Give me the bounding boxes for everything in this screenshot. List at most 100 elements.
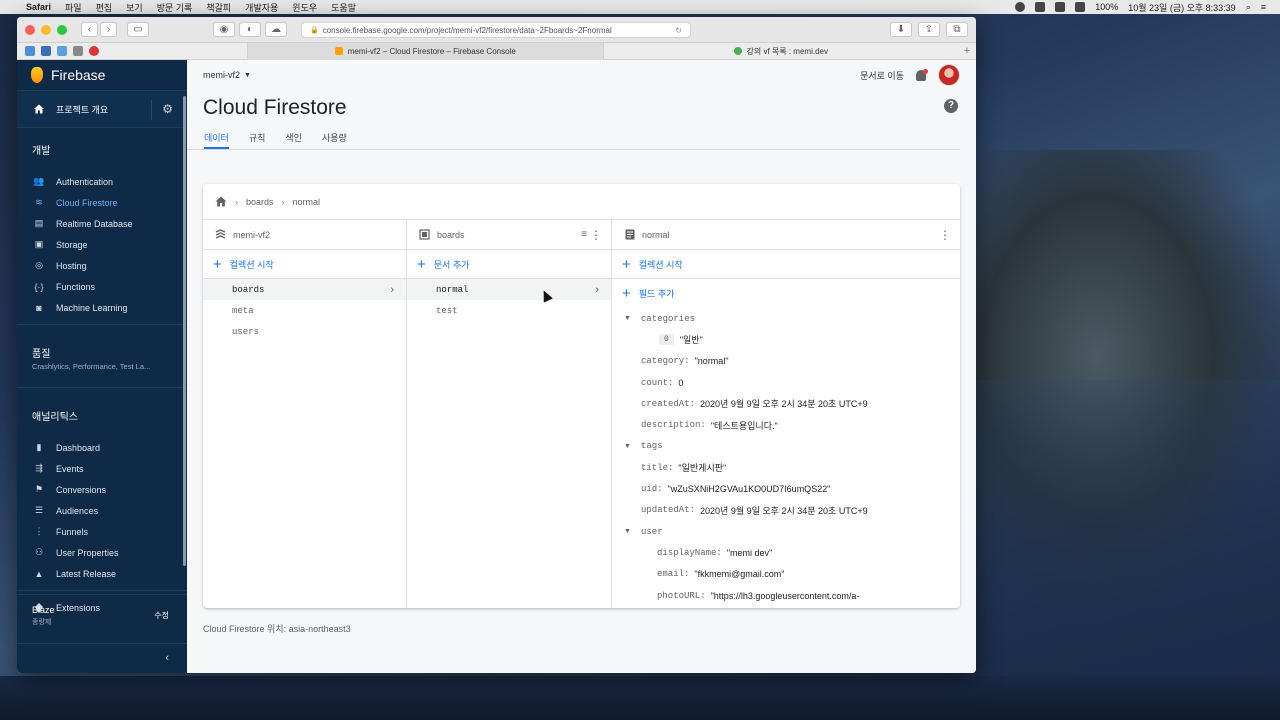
back-button[interactable]: ‹	[81, 22, 98, 37]
sidebar-item-cloud-firestore[interactable]: ≋ Cloud Firestore	[17, 192, 187, 213]
sidebar-item-hosting[interactable]: ◎ Hosting	[17, 255, 187, 276]
docs-link[interactable]: 문서로 이동	[860, 69, 904, 82]
fullscreen-window-button[interactable]	[57, 24, 67, 35]
collapse-chevron-icon[interactable]: ‹	[165, 652, 169, 664]
close-window-button[interactable]	[25, 24, 35, 35]
more-vert-icon[interactable]: ⋮	[939, 228, 951, 242]
tab-1[interactable]: 규칙	[249, 128, 266, 149]
pinned-tab-icon[interactable]	[41, 46, 51, 56]
forward-button[interactable]: ›	[100, 22, 117, 37]
sidebar-toggle-button[interactable]: ▭	[127, 22, 149, 37]
document-field[interactable]: updatedAt: 2020년 9월 9일 오후 2시 34분 20초 UTC+…	[612, 500, 960, 521]
add-field-button[interactable]: + 필드 추가	[612, 279, 960, 308]
share-icon[interactable]: ⇪	[918, 22, 940, 37]
reload-icon[interactable]: ↻	[675, 26, 682, 35]
menubar-menu[interactable]: 파일	[65, 1, 82, 14]
settings-gear-icon[interactable]: ⚙	[162, 102, 173, 116]
expand-triangle-icon[interactable]: ▼	[624, 528, 631, 535]
sidebar-item-realtime-database[interactable]: ▤ Realtime Database	[17, 213, 187, 234]
privacy-shield-icon[interactable]: ◐	[239, 22, 261, 37]
sidebar-item-authentication[interactable]: 👥 Authentication	[17, 171, 187, 192]
help-icon[interactable]: ?	[944, 99, 958, 113]
sidebar-item-events[interactable]: ⇶ Events	[17, 458, 187, 479]
menubar-app-name[interactable]: Safari	[26, 2, 51, 12]
downloads-icon[interactable]: ⬇	[890, 22, 912, 37]
breadcrumb-boards[interactable]: boards	[246, 197, 274, 207]
sidebar-item-storage[interactable]: ▣ Storage	[17, 234, 187, 255]
document-field[interactable]: photoURL: "https://lh3.googleusercontent.…	[612, 585, 960, 606]
project-selector[interactable]: memi-vf2	[203, 70, 240, 80]
chevron-down-icon[interactable]: ▼	[244, 72, 251, 79]
minimize-window-button[interactable]	[41, 24, 51, 35]
icloud-icon[interactable]: ☁	[265, 22, 287, 37]
document-field[interactable]: email: "fkkmemi@gmail.com"	[612, 564, 960, 585]
document-field[interactable]: count: 0	[612, 372, 960, 393]
section-dev[interactable]: 개발	[17, 128, 187, 171]
document-field[interactable]: title: "일반게시판"	[612, 457, 960, 478]
document-field[interactable]: 0 "일반"	[612, 329, 960, 350]
browser-tab-memi[interactable]: 강의 vf 목록 : memi.dev	[602, 42, 959, 60]
project-overview[interactable]: 프로젝트 개요 ⚙	[17, 90, 187, 128]
document-field[interactable]: category: "normal"	[612, 351, 960, 372]
status-icon[interactable]	[1035, 2, 1046, 12]
add-document-button[interactable]: + 문서 추가	[407, 250, 611, 279]
sidebar-scrollbar[interactable]	[183, 96, 186, 566]
record-icon[interactable]	[1015, 2, 1026, 12]
sidebar-item-machine-learning[interactable]: ◙ Machine Learning	[17, 297, 187, 318]
battery-level[interactable]: 100%	[1095, 2, 1118, 12]
section-quality[interactable]: 품질	[17, 331, 187, 362]
document-field[interactable]: displayName: "memi dev"	[612, 542, 960, 563]
more-vert-icon[interactable]: ⋮	[590, 228, 602, 242]
pinned-tab-icon[interactable]	[73, 46, 83, 56]
password-extension-icon[interactable]: ◉	[213, 22, 235, 37]
expand-triangle-icon[interactable]: ▼	[624, 443, 631, 450]
list-item[interactable]: users	[203, 321, 406, 342]
list-item[interactable]: normal ›	[407, 279, 611, 300]
menubar-menu[interactable]: 도움말	[331, 1, 356, 14]
sidebar-item-dashboard[interactable]: ▮ Dashboard	[17, 437, 187, 458]
filter-icon[interactable]: ≡	[581, 229, 587, 240]
list-item[interactable]: boards ›	[203, 279, 406, 300]
breadcrumb-normal[interactable]: normal	[293, 197, 321, 207]
plan-edit-button[interactable]: 수정	[154, 610, 169, 621]
sidebar-item-audiences[interactable]: ☰ Audiences	[17, 500, 187, 521]
new-tab-button[interactable]: +	[958, 45, 976, 57]
control-center-icon[interactable]: ≡	[1261, 2, 1266, 12]
pinned-tab-icon[interactable]	[25, 46, 35, 56]
tabs-overview-icon[interactable]: ⧉	[946, 22, 968, 37]
tab-3[interactable]: 사용량	[322, 128, 347, 149]
cloud-icon[interactable]	[1055, 2, 1066, 12]
menubar-menu[interactable]: 윈도우	[292, 1, 317, 14]
start-collection-button[interactable]: + 컬렉션 시작	[203, 250, 406, 279]
menubar-menu[interactable]: 보기	[126, 1, 143, 14]
menubar-menu[interactable]: 개발자용	[245, 1, 278, 14]
address-bar[interactable]: 🔒 console.firebase.google.com/project/me…	[301, 22, 691, 38]
tab-2[interactable]: 색인	[285, 128, 302, 149]
menubar-clock[interactable]: 10월 23일 (금) 오후 8:33:39	[1128, 1, 1235, 14]
document-field[interactable]: createdAt: 2020년 9월 9일 오후 2시 34분 20초 UTC+…	[612, 393, 960, 414]
document-field[interactable]: ▼ tags	[612, 436, 960, 457]
spotlight-search-icon[interactable]: ⌕	[1246, 2, 1251, 13]
document-field[interactable]: description: "테스트용입니다."	[612, 414, 960, 435]
firebase-brand[interactable]: Firebase	[17, 60, 187, 90]
avatar[interactable]	[938, 64, 960, 86]
document-field[interactable]: ▼ user	[612, 521, 960, 542]
section-analytics[interactable]: 애널리틱스	[17, 394, 187, 437]
menubar-menu[interactable]: 방문 기록	[157, 1, 193, 14]
notifications-bell-icon[interactable]	[916, 68, 928, 81]
sidebar-item-functions[interactable]: {·} Functions	[17, 276, 187, 297]
menubar-menu[interactable]: 편집	[96, 1, 113, 14]
wifi-icon[interactable]	[1075, 2, 1086, 12]
document-field[interactable]: uid: "wZuSXNiH2GVAu1KO0UD7I6umQS22"	[612, 478, 960, 499]
sidebar-item-funnels[interactable]: ⋮ Funnels	[17, 521, 187, 542]
expand-triangle-icon[interactable]: ▼	[624, 315, 631, 322]
browser-tab-firebase[interactable]: memi-vf2 – Cloud Firestore – Firebase Co…	[247, 42, 603, 60]
pinned-tab-icon[interactable]	[57, 46, 67, 56]
list-item[interactable]: test	[407, 300, 611, 321]
pinned-tab-icon[interactable]	[89, 46, 99, 56]
tab-0[interactable]: 데이터	[204, 128, 229, 149]
home-icon[interactable]	[215, 196, 227, 207]
document-field[interactable]: ▼ categories	[612, 308, 960, 329]
list-item[interactable]: meta	[203, 300, 406, 321]
sidebar-item-user-properties[interactable]: ⚇ User Properties	[17, 542, 187, 563]
